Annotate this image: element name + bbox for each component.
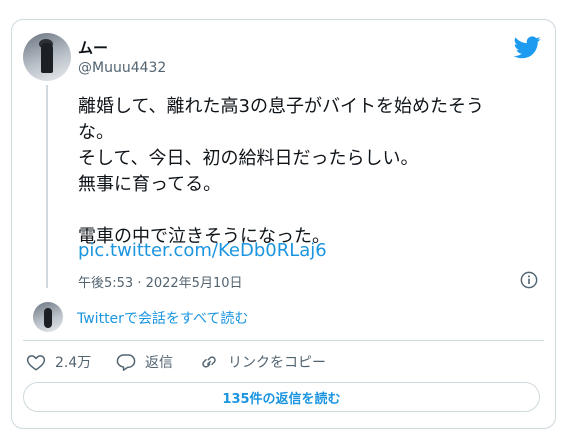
- read-conversation-link[interactable]: Twitterで会話をすべて読む: [77, 308, 248, 328]
- reply-icon: [116, 354, 136, 371]
- reply-label: 返信: [145, 355, 173, 371]
- heart-icon: [26, 355, 46, 371]
- thread-line: [46, 85, 48, 288]
- link-icon: [202, 356, 216, 368]
- avatar[interactable]: [23, 33, 71, 81]
- twitter-bird-icon[interactable]: [514, 36, 541, 59]
- copy-link-button[interactable]: リンクをコピー: [199, 352, 326, 372]
- like-count: 2.4万: [55, 355, 92, 371]
- media-link[interactable]: pic.twitter.com/KeDb0RLaj6: [78, 240, 327, 261]
- read-replies-button[interactable]: 135件の返信を読む: [23, 382, 540, 412]
- tweet-text: 離婚して、離れた高3の息子がバイトを始めたそう な。 そして、今日、初の給料日だ…: [78, 96, 485, 247]
- display-name[interactable]: ムー: [78, 37, 108, 58]
- reply-button[interactable]: 返信: [116, 352, 173, 372]
- copy-link-label: リンクをコピー: [228, 355, 326, 371]
- small-avatar[interactable]: [33, 302, 63, 332]
- like-button[interactable]: 2.4万: [26, 352, 91, 372]
- timestamp[interactable]: 午後5:53 · 2022年5月10日: [78, 272, 243, 291]
- user-handle[interactable]: @Muuu4432: [78, 60, 166, 76]
- divider: [23, 340, 544, 341]
- info-icon[interactable]: [520, 271, 538, 289]
